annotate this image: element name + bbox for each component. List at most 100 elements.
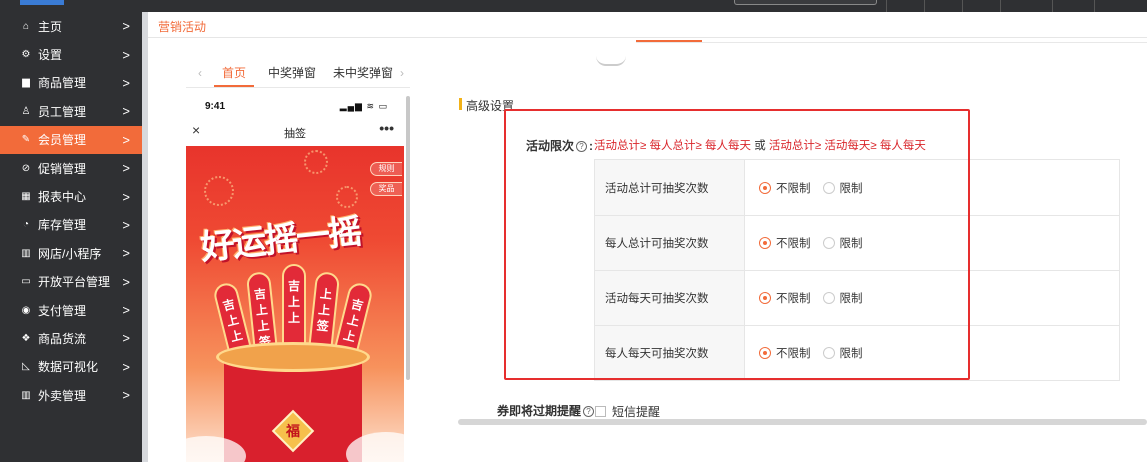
radio-checked-icon[interactable] <box>759 181 771 194</box>
rule-part2: 活动总计≥ 活动每天≥ 每人每天 <box>768 140 926 152</box>
chevron-right-icon: > <box>122 274 130 290</box>
sidebar-item-logistics[interactable]: ❖ 商品货流 > <box>0 324 142 352</box>
activity-limit-text: 活动限次 <box>526 139 575 153</box>
sidebar-item-label: 商品货流 <box>38 331 87 346</box>
radio-checked-icon[interactable] <box>759 292 771 304</box>
report-icon: ▦ <box>21 191 31 203</box>
chevron-right-icon: > <box>122 387 130 403</box>
sms-reminder-label: 短信提醒 <box>612 405 661 419</box>
staff-icon: ♙ <box>21 105 31 117</box>
sidebar-item-home[interactable]: ⌂ 主页 > <box>0 12 142 40</box>
radio-unchecked-icon[interactable] <box>822 347 835 359</box>
chevron-right-icon: > <box>122 217 130 233</box>
tab-home[interactable]: 首页 <box>222 64 246 81</box>
chevron-left-icon[interactable]: ‹ <box>198 66 202 80</box>
phone-title: 抽签 <box>284 128 306 140</box>
radio-limited[interactable]: 限制 <box>822 345 863 361</box>
horizontal-scrollbar[interactable] <box>458 419 1147 425</box>
radio-group: 不限制 限制 <box>759 160 875 215</box>
coupon-expire-label: 券即将过期提醒?: <box>497 402 600 419</box>
sidebar-item-shop[interactable]: ▥ 网店/小程序 > <box>0 239 142 267</box>
phone-nav-bar: × 抽签 ••• <box>186 118 404 146</box>
signal-wifi-battery-icon: ▂▄▆ ≋ ▭ <box>339 101 388 111</box>
top-bar <box>0 0 1147 12</box>
sidebar-item-label: 主页 <box>38 19 63 34</box>
radio-checked-icon[interactable] <box>759 347 771 359</box>
radio-limited[interactable]: 限制 <box>822 235 863 251</box>
chevron-right-icon: > <box>122 245 130 261</box>
prizes-button[interactable]: 奖品 <box>370 182 402 196</box>
radio-unlimited[interactable]: 不限制 <box>759 290 811 306</box>
checkbox-icon[interactable] <box>595 406 606 417</box>
sidebar-item-payment[interactable]: ◉ 支付管理 > <box>0 296 142 324</box>
sidebar-item-delivery[interactable]: ▥ 外卖管理 > <box>0 381 142 409</box>
radio-limited[interactable]: 限制 <box>822 180 863 196</box>
preview-scrollbar[interactable] <box>406 96 410 380</box>
sidebar-item-label: 设置 <box>38 48 63 63</box>
sidebar-item-products[interactable]: ▆ 商品管理 > <box>0 69 142 97</box>
chevron-right-icon: > <box>122 132 130 148</box>
logo <box>20 0 64 5</box>
top-search-input[interactable] <box>734 0 877 5</box>
chart-icon: ◺ <box>22 361 30 373</box>
row-label: 每人总计可抽奖次数 <box>595 216 745 270</box>
sms-reminder-checkbox[interactable]: 短信提醒 <box>595 403 660 420</box>
radio-group: 不限制 限制 <box>759 326 875 380</box>
radio-label: 限制 <box>839 182 863 195</box>
sidebar-item-reports[interactable]: ▦ 报表中心 > <box>0 182 142 210</box>
top-divider <box>1052 0 1053 12</box>
radio-unchecked-icon[interactable] <box>822 181 835 194</box>
sidebar-item-label: 商品管理 <box>38 76 87 91</box>
breadcrumb[interactable]: 营销活动 <box>158 18 206 35</box>
sidebar-item-label: 开放平台管理 <box>38 275 111 290</box>
tab-lose-popup[interactable]: 未中奖弹窗 <box>333 64 393 81</box>
sidebar-item-label: 支付管理 <box>38 303 87 318</box>
inventory-icon: ◔ <box>22 219 30 231</box>
chevron-right-icon[interactable]: › <box>400 66 404 80</box>
product-icon: ▆ <box>22 77 30 89</box>
radio-checked-icon[interactable] <box>759 237 771 249</box>
coupon-expire-text: 券即将过期提醒 <box>497 404 582 418</box>
more-icon[interactable]: ••• <box>379 120 394 136</box>
radio-limited[interactable]: 限制 <box>822 290 863 306</box>
phone-preview: 9:41 ▂▄▆ ≋ ▭ × 抽签 ••• 规则 奖品 好运摇一摇 吉上上 吉上… <box>186 96 404 462</box>
toggle-partial[interactable] <box>596 56 626 66</box>
sidebar-item-settings[interactable]: ⚙ 设置 > <box>0 40 142 68</box>
rule-or: 或 <box>754 140 766 152</box>
tab-win-popup[interactable]: 中奖弹窗 <box>268 64 316 81</box>
sidebar-item-staff[interactable]: ♙ 员工管理 > <box>0 97 142 125</box>
chevron-right-icon: > <box>122 75 130 91</box>
sidebar-item-open-platform[interactable]: ▭ 开放平台管理 > <box>0 268 142 296</box>
row-label: 每人每天可抽奖次数 <box>595 326 745 380</box>
chevron-right-icon: > <box>122 160 130 176</box>
table-row: 活动总计可抽奖次数 不限制 限制 <box>595 160 1119 215</box>
sidebar-item-promotions[interactable]: ⊘ 促销管理 > <box>0 154 142 182</box>
sidebar-item-data-visualization[interactable]: ◺ 数据可视化 > <box>0 353 142 381</box>
top-divider <box>924 0 925 12</box>
payment-icon: ◉ <box>21 304 31 316</box>
radio-unchecked-icon[interactable] <box>822 292 835 304</box>
shop-icon: ▥ <box>21 247 31 259</box>
breadcrumb-bar: 营销活动 <box>148 12 1147 38</box>
sidebar-item-label: 报表中心 <box>38 190 87 205</box>
radio-unlimited[interactable]: 不限制 <box>759 345 811 361</box>
lottery-poster: 规则 奖品 好运摇一摇 吉上上 吉上上签 吉上上 上上签 吉上上 福 <box>186 146 404 462</box>
row-label: 活动总计可抽奖次数 <box>595 160 745 215</box>
row-label: 活动每天可抽奖次数 <box>595 271 745 325</box>
sidebar-item-inventory[interactable]: ◔ 库存管理 > <box>0 211 142 239</box>
help-icon[interactable]: ? <box>576 141 588 153</box>
chevron-right-icon: > <box>122 103 130 119</box>
sidebar-item-members[interactable]: ✎ 会员管理 > <box>0 125 142 154</box>
radio-unlimited[interactable]: 不限制 <box>759 235 811 251</box>
sidebar-item-label: 会员管理 <box>38 133 87 148</box>
sidebar-item-label: 员工管理 <box>38 104 87 119</box>
member-icon: ✎ <box>21 134 31 146</box>
help-icon[interactable]: ? <box>583 406 595 418</box>
main-content: 营销活动 ‹ 首页 中奖弹窗 未中奖弹窗 › 9:41 ▂▄▆ ≋ ▭ × 抽签… <box>148 12 1147 462</box>
rules-button[interactable]: 规则 <box>370 162 402 176</box>
table-row: 每人每天可抽奖次数 不限制 限制 <box>595 325 1119 380</box>
radio-unlimited[interactable]: 不限制 <box>759 180 811 196</box>
divider <box>636 42 1147 43</box>
radio-unchecked-icon[interactable] <box>822 237 835 249</box>
limit-rule-text: 活动总计≥ 每人总计≥ 每人每天 或 活动总计≥ 活动每天≥ 每人每天 <box>594 137 926 153</box>
